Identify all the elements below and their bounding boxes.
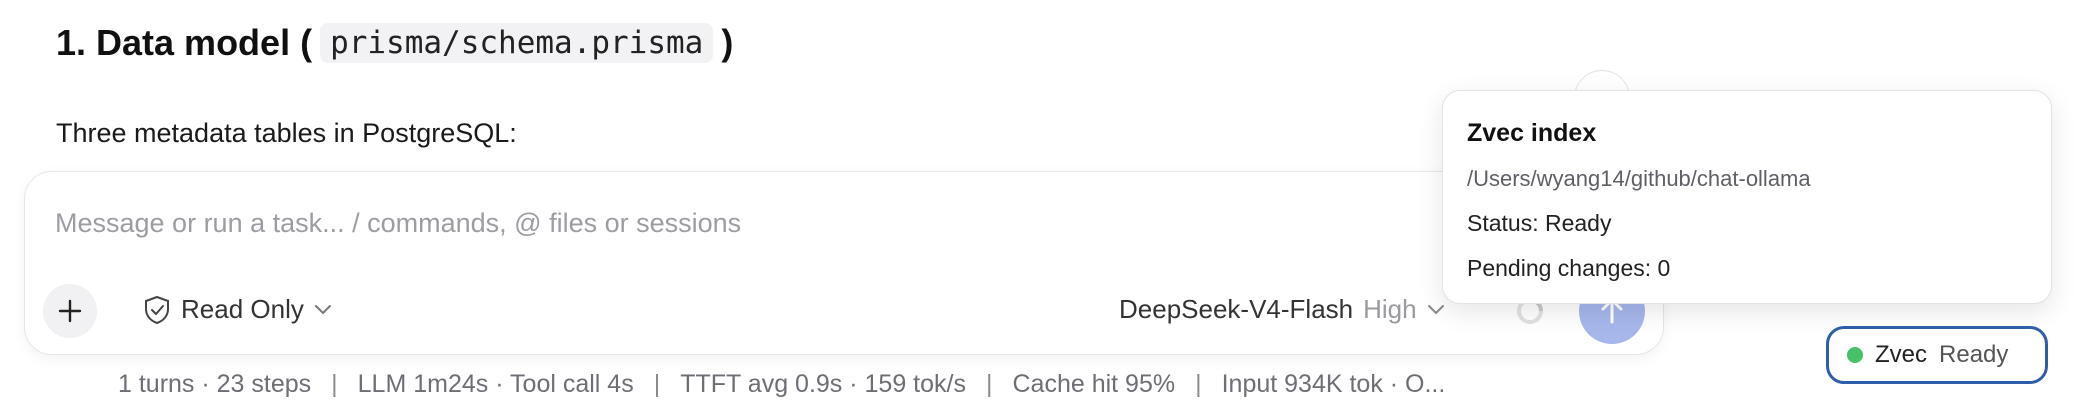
plus-icon xyxy=(58,299,82,323)
popover-path: /Users/wyang14/github/chat-ollama xyxy=(1467,166,1811,191)
status-state: Ready xyxy=(1939,341,2009,368)
paragraph: Three metadata tables in PostgreSQL: xyxy=(56,118,517,148)
popover-title: Zvec index xyxy=(1467,119,1597,147)
mode-label: Read Only xyxy=(181,294,304,324)
model-selector[interactable]: DeepSeek-V4-Flash High xyxy=(1119,294,1445,325)
stat-ttft: TTFT avg 0.9s · 159 tok/s xyxy=(680,370,966,398)
chevron-down-icon xyxy=(1427,304,1444,314)
add-button[interactable] xyxy=(43,284,97,338)
message-composer[interactable]: Message or run a task... / commands, @ f… xyxy=(24,171,1664,355)
stat-input: Input 934K tok · O... xyxy=(1221,370,1446,398)
status-dot xyxy=(1847,347,1863,363)
model-name: DeepSeek-V4-Flash xyxy=(1119,294,1354,324)
chevron-down-icon xyxy=(314,304,331,314)
stat-llm: LLM 1m24s · Tool call 4s xyxy=(357,370,634,398)
popover-status: Status: Ready xyxy=(1467,210,1612,236)
zvec-status-button[interactable]: Zvec Ready xyxy=(1826,326,2048,384)
shield-check-icon xyxy=(145,295,169,324)
message-input[interactable]: Message or run a task... / commands, @ f… xyxy=(55,208,741,239)
section-heading: 1. Data model ( prisma/schema.prisma ) xyxy=(56,22,733,64)
session-stats: 1 turns · 23 steps | LLM 1m24s · Tool call… xyxy=(118,370,1446,398)
heading-suffix: ) xyxy=(721,22,734,63)
heading-text: 1. Data model ( xyxy=(56,22,313,63)
heading-code: prisma/schema.prisma xyxy=(320,23,714,63)
zvec-index-popover: Zvec index /Users/wyang14/github/chat-ol… xyxy=(1442,90,2052,304)
stat-cache: Cache hit 95% xyxy=(1012,370,1176,398)
model-level: High xyxy=(1363,294,1417,324)
popover-pending: Pending changes: 0 xyxy=(1467,255,1671,281)
stat-turns: 1 turns · 23 steps xyxy=(118,370,312,398)
status-label: Zvec xyxy=(1875,341,1928,368)
mode-selector[interactable]: Read Only xyxy=(143,294,332,325)
